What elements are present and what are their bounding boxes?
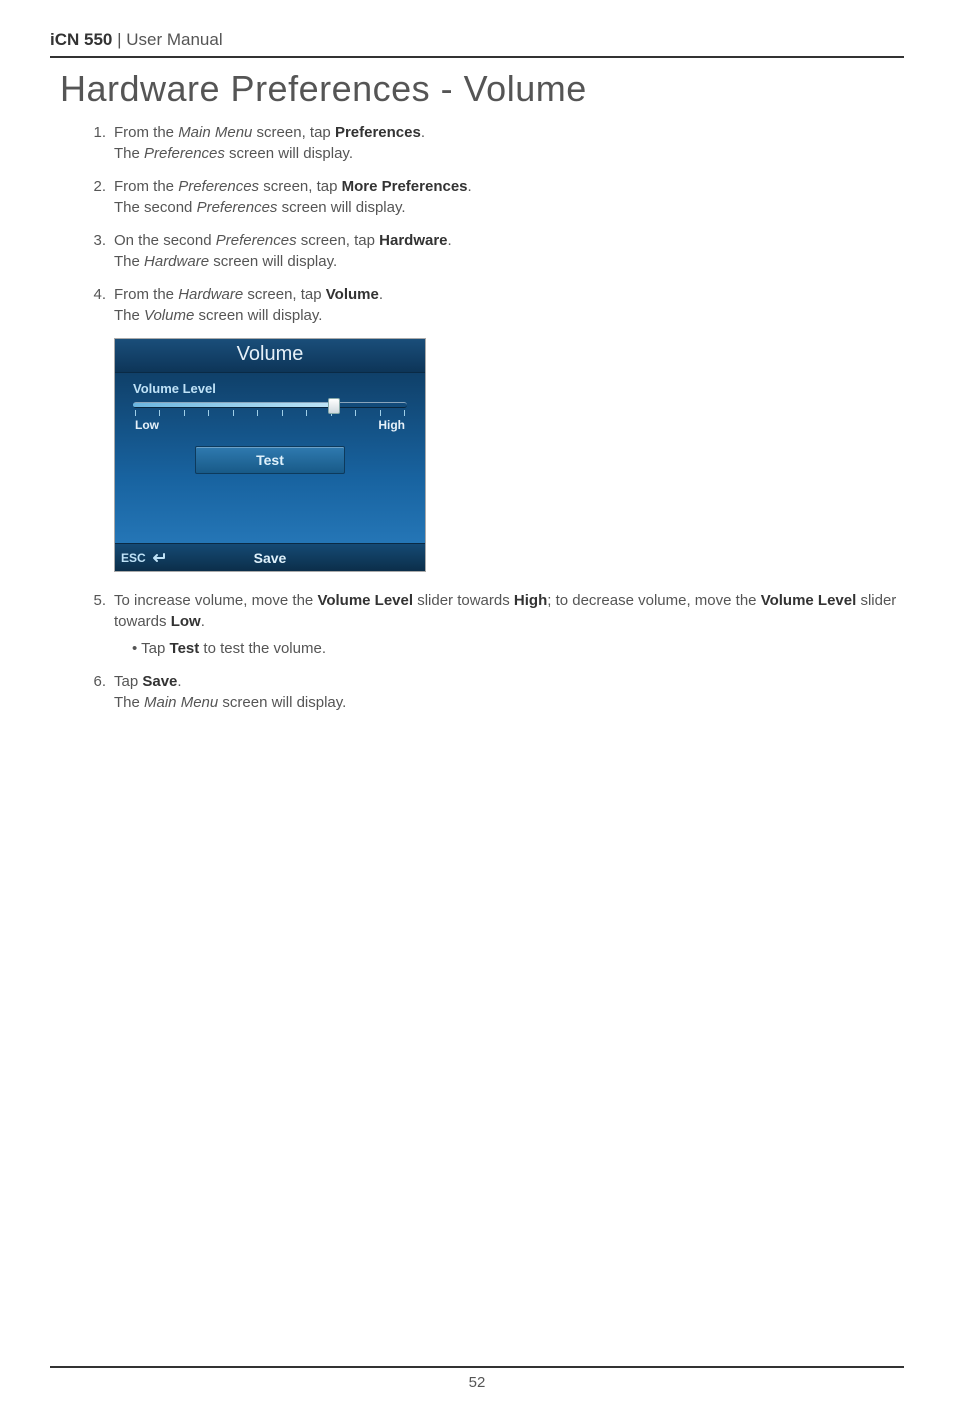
product-name: iCN 550 xyxy=(50,30,112,49)
page-number: 52 xyxy=(469,1374,486,1391)
step-number: 3. xyxy=(88,230,114,272)
return-arrow-icon xyxy=(150,552,166,564)
page-title: Hardware Preferences - Volume xyxy=(60,68,904,110)
device-screenshot: Volume Volume Level Low High Test xyxy=(114,338,426,572)
step-body: From the Preferences screen, tap More Pr… xyxy=(114,176,904,218)
step-body: Tap Save.The Main Menu screen will displ… xyxy=(114,671,904,713)
test-button[interactable]: Test xyxy=(195,446,345,474)
step-body: On the second Preferences screen, tap Ha… xyxy=(114,230,904,272)
esc-button[interactable]: ESC xyxy=(115,551,166,565)
instruction-step: 4.From the Hardware screen, tap Volume.T… xyxy=(88,284,904,326)
instruction-step: 1.From the Main Menu screen, tap Prefere… xyxy=(88,122,904,164)
instruction-step: 5.To increase volume, move the Volume Le… xyxy=(88,590,904,659)
step-number: 4. xyxy=(88,284,114,326)
slider-ticks xyxy=(135,410,405,416)
step-sub-bullet: Tap Test to test the volume. xyxy=(132,638,904,659)
instruction-step: 2.From the Preferences screen, tap More … xyxy=(88,176,904,218)
step-number: 5. xyxy=(88,590,114,659)
save-button[interactable]: Save xyxy=(254,550,287,566)
volume-level-label: Volume Level xyxy=(133,381,425,396)
volume-slider-thumb[interactable] xyxy=(328,398,340,414)
instruction-step: 6.Tap Save.The Main Menu screen will dis… xyxy=(88,671,904,713)
esc-label: ESC xyxy=(121,551,146,565)
slider-low-label: Low xyxy=(135,418,159,432)
volume-slider-fill xyxy=(133,403,330,407)
step-body: From the Hardware screen, tap Volume.The… xyxy=(114,284,904,326)
instruction-step: 3.On the second Preferences screen, tap … xyxy=(88,230,904,272)
step-number: 2. xyxy=(88,176,114,218)
step-number: 6. xyxy=(88,671,114,713)
page-footer: 52 xyxy=(50,1366,904,1391)
slider-high-label: High xyxy=(378,418,405,432)
screen-title: Volume xyxy=(115,339,425,373)
page-header: iCN 550 | User Manual xyxy=(50,30,904,58)
header-divider: | xyxy=(112,30,126,49)
doc-type: User Manual xyxy=(126,30,222,49)
volume-slider-track[interactable] xyxy=(133,402,407,408)
step-body: From the Main Menu screen, tap Preferenc… xyxy=(114,122,904,164)
step-body: To increase volume, move the Volume Leve… xyxy=(114,590,904,659)
step-number: 1. xyxy=(88,122,114,164)
